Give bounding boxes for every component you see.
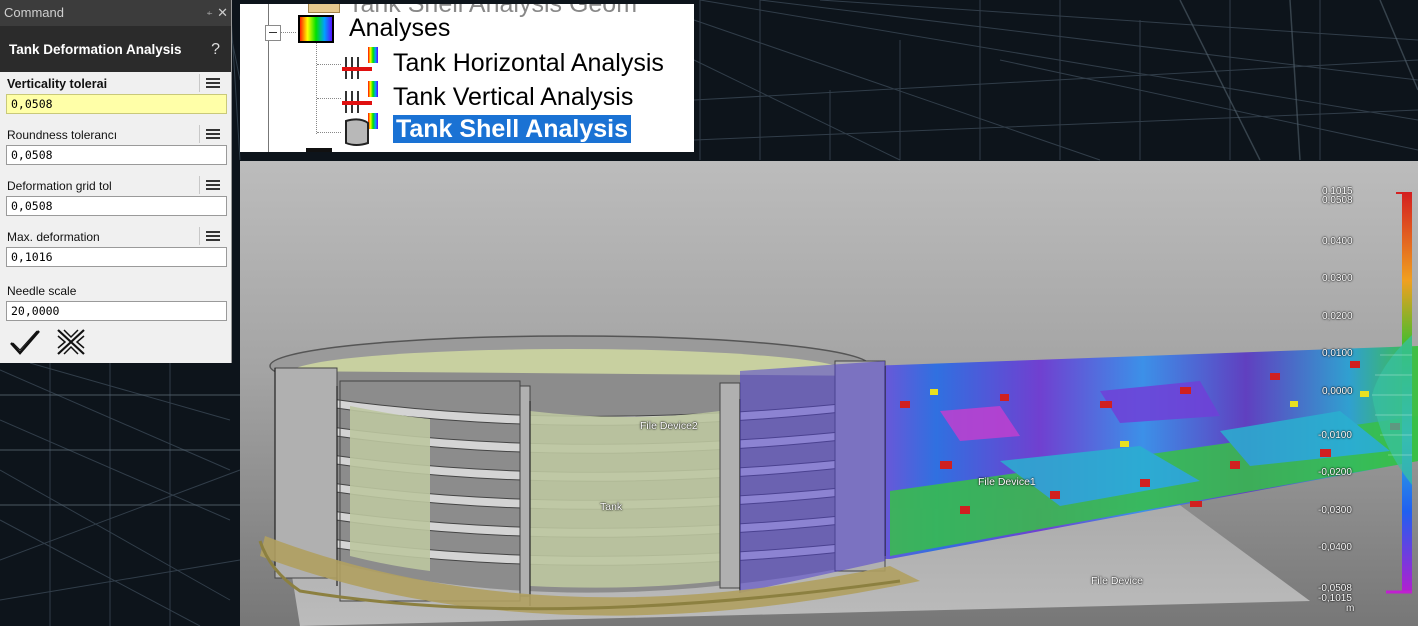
pin-icon[interactable]: ⍅ [206, 0, 213, 26]
command-panel: Command ⍅ ✕ Tank Deformation Analysis ? … [0, 0, 232, 363]
checkmark-icon [10, 330, 40, 355]
tree-item-partial-icon [306, 148, 332, 152]
max-deformation-property: Max. deformation [0, 225, 231, 276]
cross-icon [57, 329, 85, 355]
deformation-grid-tolerance-input[interactable] [6, 196, 227, 216]
max-deformation-label: Max. deformation [7, 230, 100, 244]
3d-viewport[interactable]: File Device2 Tank File Device1 File Devi… [240, 161, 1418, 626]
command-actions [0, 322, 230, 362]
command-panel-title: Command [4, 5, 64, 20]
scale-label-neg-0300: -0,0300 [1318, 505, 1352, 516]
file-device-label: File Device [1091, 575, 1143, 587]
deformation-grid-tolerance-menu-icon[interactable] [199, 176, 226, 194]
tree-item-tank-vertical-analysis[interactable]: Tank Vertical Analysis [342, 81, 633, 115]
ok-button[interactable] [8, 326, 42, 358]
file-device2-label: File Device2 [640, 420, 698, 432]
help-icon[interactable]: ? [211, 26, 220, 74]
scale-label-neg-0200: -0,0200 [1318, 467, 1352, 478]
scale-label-0400: 0,0400 [1322, 236, 1353, 247]
needle-scale-label: Needle scale [7, 284, 77, 298]
project-tree: Tank Shell Analysis Geom Analyses Tank H… [240, 4, 694, 152]
tank-scene [258, 335, 1418, 626]
command-header-title: Tank Deformation Analysis [9, 42, 182, 57]
scale-label-0200: 0,0200 [1322, 311, 1353, 322]
max-deformation-input[interactable] [6, 247, 227, 267]
scale-label-0300: 0,0300 [1322, 273, 1353, 284]
deviation-color-scale [1372, 192, 1412, 594]
verticality-tolerance-label: Verticality tolerai [7, 77, 108, 91]
needle-scale-input[interactable] [6, 301, 227, 321]
deformation-grid-tolerance-label: Deformation grid tol [7, 179, 112, 193]
scale-label-neg-0100: -0,0100 [1318, 430, 1352, 441]
file-device1-label: File Device1 [978, 476, 1036, 488]
max-deformation-menu-icon[interactable] [199, 227, 226, 245]
tank-label: Tank [600, 501, 623, 513]
shell-analysis-icon [345, 113, 378, 146]
roundness-tolerance-label: Roundness tolerancı [7, 128, 118, 142]
command-panel-titlebar: Command ⍅ ✕ [0, 0, 231, 26]
color-spectrum-icon [298, 15, 334, 44]
roundness-tolerance-menu-icon[interactable] [199, 125, 226, 143]
close-icon[interactable]: ✕ [217, 0, 228, 26]
cancel-button[interactable] [54, 326, 88, 358]
vertical-analysis-icon [342, 81, 378, 113]
folder-icon [308, 4, 340, 14]
horizontal-analysis-icon [342, 47, 378, 79]
tree-item-analyses[interactable]: Analyses [298, 14, 450, 44]
roundness-tolerance-property: Roundness tolerancı [0, 123, 231, 174]
scale-label-0100: 0,0100 [1322, 348, 1353, 359]
command-header: Tank Deformation Analysis ? [0, 26, 231, 72]
tree-item-tank-shell-analysis[interactable]: Tank Shell Analysis [342, 113, 631, 147]
deformation-grid-tolerance-property: Deformation grid tol [0, 174, 231, 225]
scale-label-0508: 0,0508 [1322, 195, 1353, 206]
scale-label-0000: 0,0000 [1322, 386, 1353, 397]
scale-unit: m [1346, 603, 1355, 614]
tree-item-tank-horizontal-analysis[interactable]: Tank Horizontal Analysis [342, 47, 664, 81]
verticality-tolerance-input[interactable] [6, 94, 227, 114]
verticality-tolerance-property: Verticality tolerai [0, 72, 231, 123]
collapse-toggle-icon[interactable] [265, 25, 281, 41]
roundness-tolerance-input[interactable] [6, 145, 227, 165]
scale-label-neg-0400: -0,0400 [1318, 542, 1352, 553]
verticality-tolerance-menu-icon[interactable] [199, 74, 226, 92]
